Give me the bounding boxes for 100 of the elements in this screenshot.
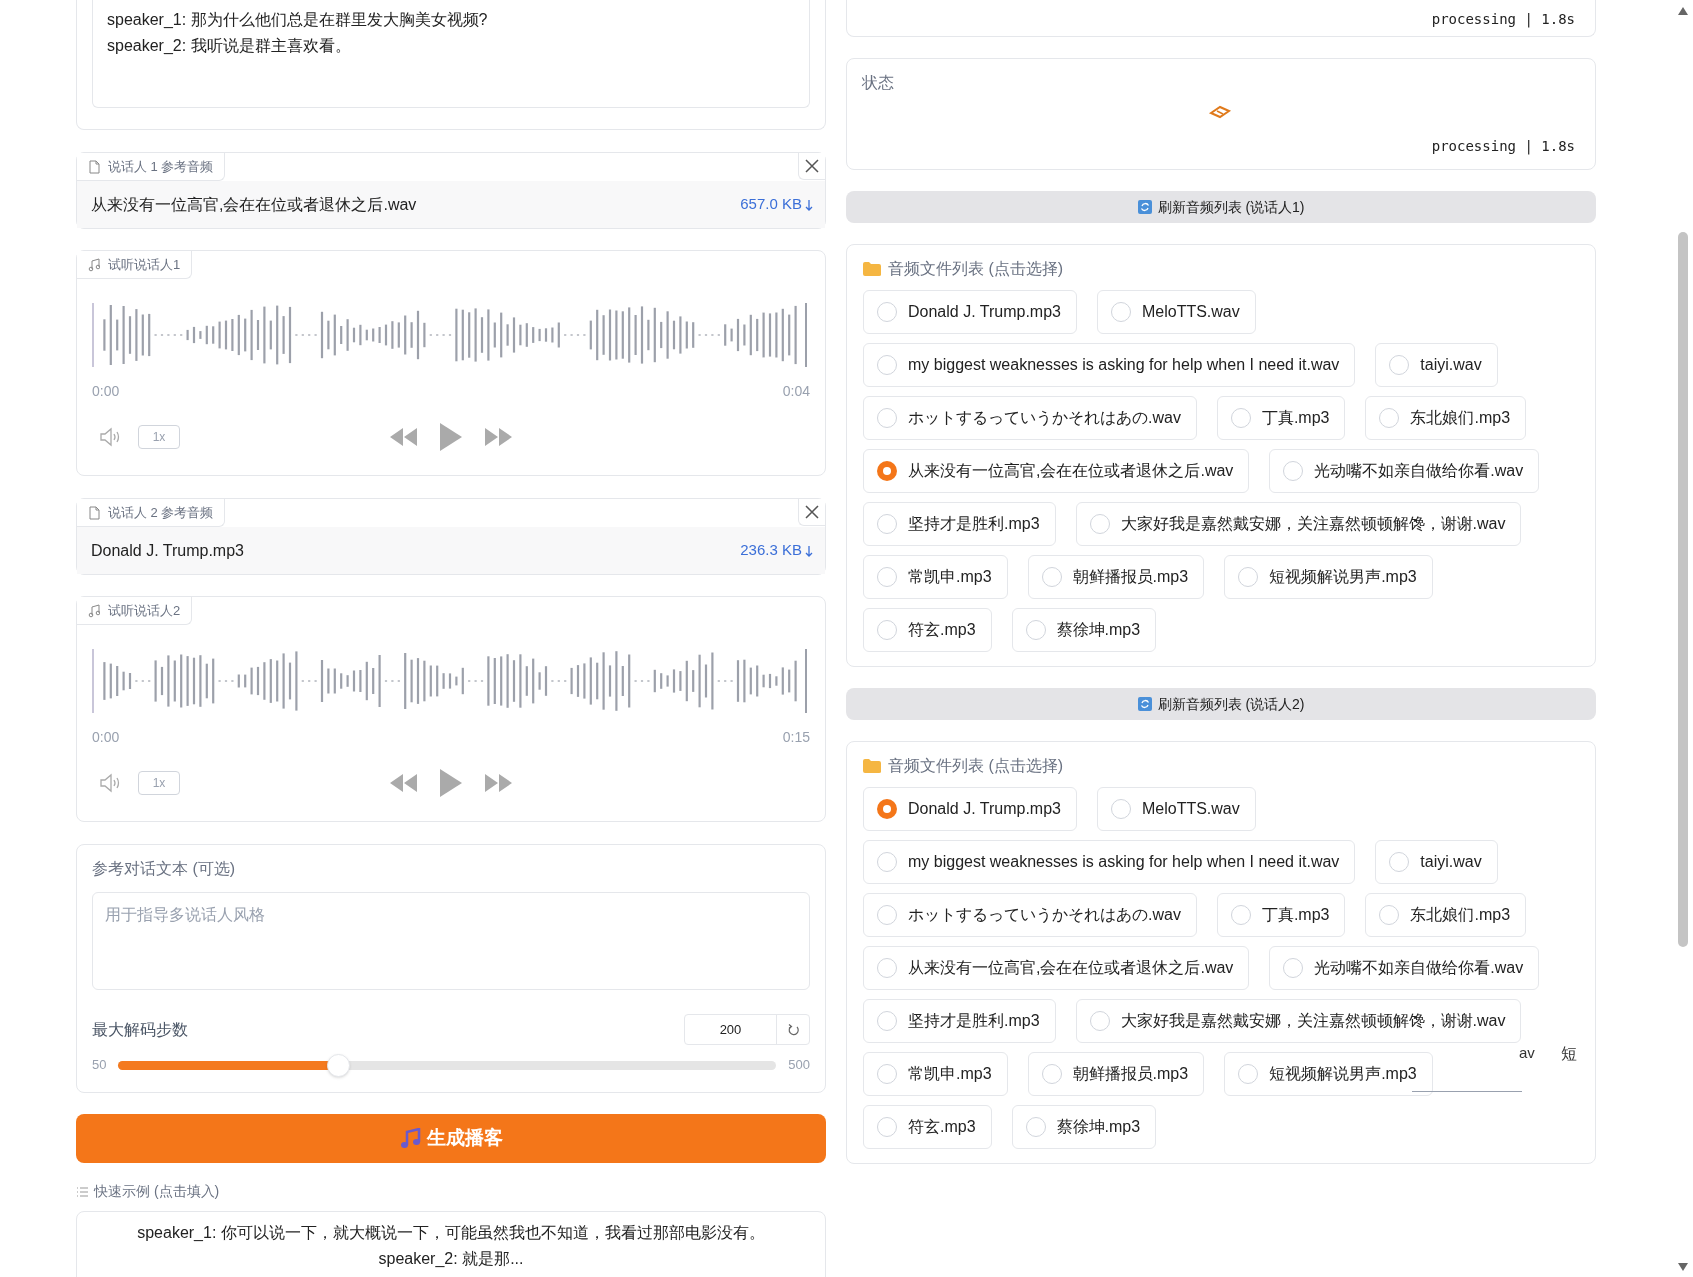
radio-option[interactable]: Donald J. Trump.mp3: [863, 787, 1077, 831]
reset-icon[interactable]: [786, 1023, 800, 1036]
radio-option[interactable]: 常凯申.mp3: [863, 555, 1008, 599]
radio-option[interactable]: 东北娘们.mp3: [1365, 893, 1527, 937]
number-field[interactable]: 200: [684, 1014, 810, 1045]
radio-option[interactable]: 东北娘们.mp3: [1365, 396, 1527, 440]
play-icon[interactable]: [438, 422, 464, 452]
radio-option[interactable]: 符玄.mp3: [863, 608, 992, 652]
radio-option[interactable]: 丁真.mp3: [1216, 396, 1346, 440]
radio-button[interactable]: [1025, 1117, 1046, 1137]
block-label-text: 试听说话人1: [108, 255, 181, 274]
download-icon[interactable]: [805, 544, 813, 557]
radio-option[interactable]: 大家好我是嘉然戴安娜，关注嘉然顿顿解馋，谢谢.wav: [1075, 502, 1522, 546]
file-size-link[interactable]: 657.0 KB: [740, 193, 802, 216]
download-icon[interactable]: [805, 198, 813, 211]
list-icon: [76, 1185, 88, 1198]
radio-button[interactable]: [877, 355, 897, 375]
radio-button[interactable]: [1238, 1064, 1259, 1084]
radio-option[interactable]: 光动嘴不如亲自做给你看.wav: [1269, 946, 1540, 990]
radio-button[interactable]: [1238, 567, 1259, 587]
radio-option[interactable]: 大家好我是嘉然戴安娜，关注嘉然顿顿解馋，谢谢.wav: [1075, 999, 1522, 1043]
music-note-icon: [399, 1128, 421, 1149]
radio-option[interactable]: my biggest weaknesses is asking for help when I need it.wav: [863, 840, 1356, 884]
radio-option[interactable]: 从来没有一位高官,会在在位或者退休之后.wav: [863, 449, 1250, 493]
radio-option[interactable]: 坚持才是胜利.mp3: [863, 999, 1056, 1043]
radio-button[interactable]: [877, 1064, 897, 1084]
status-label: 状态: [862, 73, 894, 93]
radio-button[interactable]: [877, 958, 897, 978]
radio-button[interactable]: [1379, 408, 1400, 428]
close-icon[interactable]: [805, 505, 819, 519]
radio-option[interactable]: 符玄.mp3: [863, 1105, 992, 1149]
radio-button[interactable]: [1025, 620, 1046, 640]
refresh-button[interactable]: 刷新音频列表 (说话人1): [846, 191, 1596, 223]
close-icon[interactable]: [805, 159, 819, 173]
dialogue-box[interactable]: speaker_1: 那为什么他们总是在群里发大胸美女视频? speaker_2: 我听说是群主喜欢看。: [92, 0, 810, 108]
reference-text-field[interactable]: 用于指导多说话人风格: [92, 892, 810, 990]
radio-button[interactable]: [1089, 1011, 1110, 1031]
radio-option[interactable]: taiyi.wav: [1375, 343, 1498, 387]
radio-button[interactable]: [877, 905, 897, 925]
radio-button[interactable]: [877, 461, 897, 481]
radio-button[interactable]: [877, 408, 897, 428]
radio-option[interactable]: ホットするっていうかそれはあの.wav: [863, 893, 1197, 937]
radio-option[interactable]: 常凯申.mp3: [863, 1052, 1008, 1096]
time-end: 0:04: [782, 382, 810, 401]
radio-option[interactable]: 坚持才是胜利.mp3: [863, 502, 1056, 546]
radio-option[interactable]: ホットするっていうかそれはあの.wav: [863, 396, 1197, 440]
radio-button[interactable]: [1041, 1064, 1062, 1084]
radio-button[interactable]: [877, 567, 897, 587]
radio-option[interactable]: 朝鲜播报员.mp3: [1027, 1052, 1205, 1096]
file-size-link[interactable]: 236.3 KB: [740, 539, 802, 562]
radio-button[interactable]: [1389, 852, 1410, 872]
slider-thumb[interactable]: [326, 1053, 350, 1077]
radio-button[interactable]: [877, 514, 897, 534]
radio-button[interactable]: [1110, 799, 1131, 819]
file-row[interactable]: 从来没有一位高官,会在在位或者退休之后.wav 657.0 KB: [77, 181, 825, 228]
radio-option[interactable]: 丁真.mp3: [1216, 893, 1346, 937]
radio-button[interactable]: [877, 1117, 897, 1137]
scroll-down-icon[interactable]: [1677, 1262, 1689, 1272]
rewind-icon[interactable]: [389, 773, 417, 793]
radio-button[interactable]: [1230, 408, 1251, 428]
radio-option[interactable]: 短视频解说男声.mp3: [1224, 1052, 1433, 1096]
radio-option[interactable]: 蔡徐坤.mp3: [1011, 1105, 1157, 1149]
radio-option[interactable]: 短视频解说男声.mp3: [1224, 555, 1433, 599]
radio-button[interactable]: [1283, 461, 1304, 481]
radio-button[interactable]: [877, 620, 897, 640]
play-icon[interactable]: [438, 768, 464, 798]
radio-option[interactable]: my biggest weaknesses is asking for help when I need it.wav: [863, 343, 1356, 387]
radio-button[interactable]: [1089, 514, 1110, 534]
file-icon: [88, 505, 100, 520]
list-title: 音频文件列表 (点击选择): [888, 259, 1064, 279]
radio-option[interactable]: 蔡徐坤.mp3: [1011, 608, 1157, 652]
radio-button[interactable]: [1379, 905, 1400, 925]
rewind-icon[interactable]: [389, 427, 417, 447]
fast-forward-icon[interactable]: [484, 773, 512, 793]
file-row[interactable]: Donald J. Trump.mp3 236.3 KB: [77, 527, 825, 574]
radio-button[interactable]: [877, 852, 897, 872]
radio-option[interactable]: 朝鲜播报员.mp3: [1027, 555, 1205, 599]
slider[interactable]: [118, 1053, 777, 1077]
close-button[interactable]: [798, 153, 825, 180]
example-item[interactable]: speaker_1: 你可以说一下，就大概说一下，可能虽然我也不知道，我看过那部电影没有。 speaker_2: 就是那...: [76, 1211, 826, 1277]
radio-button[interactable]: [1230, 905, 1251, 925]
radio-button[interactable]: [1110, 302, 1131, 322]
radio-button[interactable]: [1389, 355, 1410, 375]
radio-button[interactable]: [1283, 958, 1304, 978]
number-value: 200: [718, 1020, 743, 1039]
radio-option[interactable]: MeloTTS.wav: [1096, 787, 1256, 831]
radio-option[interactable]: taiyi.wav: [1375, 840, 1498, 884]
radio-button[interactable]: [877, 1011, 897, 1031]
radio-option[interactable]: 从来没有一位高官,会在在位或者退休之后.wav: [863, 946, 1250, 990]
radio-option[interactable]: Donald J. Trump.mp3: [863, 290, 1077, 334]
radio-button[interactable]: [877, 302, 897, 322]
radio-button[interactable]: [877, 799, 897, 819]
refresh-button[interactable]: 刷新音频列表 (说话人2): [846, 688, 1596, 720]
close-button[interactable]: [798, 499, 825, 526]
radio-button[interactable]: [1041, 567, 1062, 587]
scroll-up-icon[interactable]: [1677, 6, 1689, 16]
radio-option[interactable]: 光动嘴不如亲自做给你看.wav: [1269, 449, 1540, 493]
fast-forward-icon[interactable]: [484, 427, 512, 447]
radio-option[interactable]: MeloTTS.wav: [1096, 290, 1256, 334]
example-line: speaker_2: 就是那...: [378, 1249, 524, 1269]
